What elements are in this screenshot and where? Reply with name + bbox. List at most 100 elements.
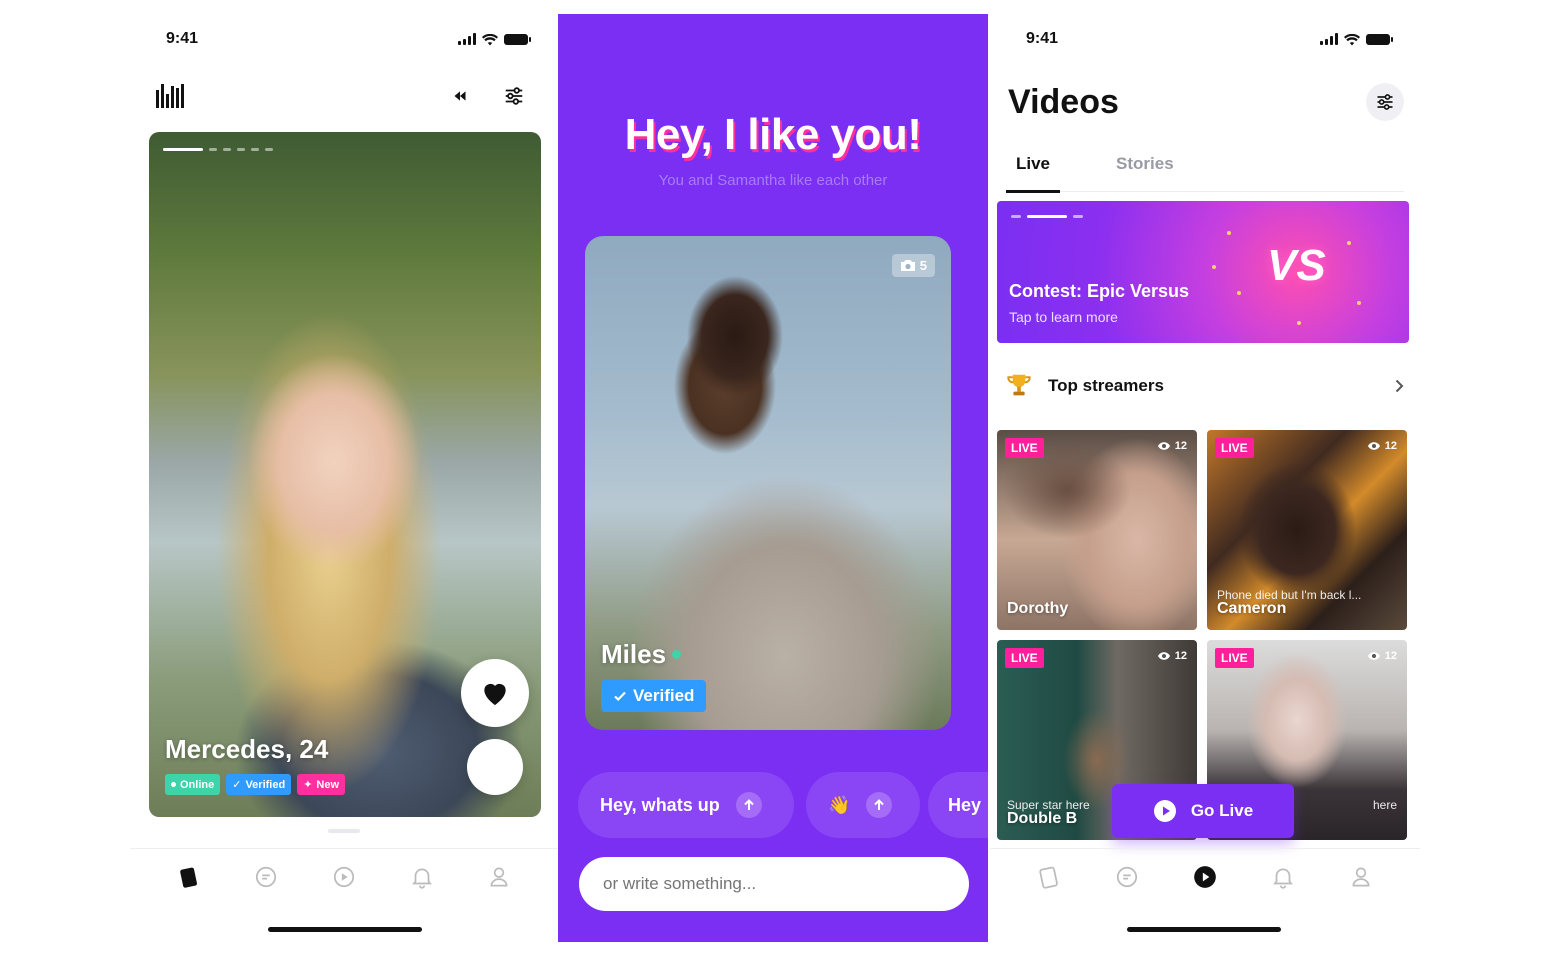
discover-header <box>156 78 532 114</box>
match-card[interactable]: 5 Miles Verified <box>585 236 951 730</box>
rewind-icon <box>454 91 466 101</box>
photo-progress <box>163 148 273 151</box>
tab-chat[interactable] <box>1107 857 1147 897</box>
profile-name: Mercedes, 24 <box>165 734 329 764</box>
tab-cards[interactable] <box>169 857 209 897</box>
discover-screen: 9:41 Mercedes, 24 Online ✓Verified ✦Ne <box>130 0 558 960</box>
battery-icon <box>1366 33 1393 45</box>
rewind-button[interactable] <box>442 78 478 114</box>
tab-notifications[interactable] <box>1263 857 1303 897</box>
live-badge: LIVE <box>1005 438 1044 458</box>
video-tabs: Live Stories <box>1006 150 1404 193</box>
camera-icon <box>900 260 915 271</box>
live-badge: LIVE <box>1215 648 1254 668</box>
send-arrow-icon <box>735 792 762 818</box>
cellular-signal-icon <box>1320 33 1338 45</box>
live-badge: LIVE <box>1215 438 1254 458</box>
eye-icon <box>1157 442 1170 450</box>
viewer-count: 12 <box>1157 650 1187 662</box>
tab-videos[interactable] <box>324 857 364 897</box>
stream-tile[interactable]: LIVE 12 Dorothy <box>997 430 1197 630</box>
stream-tile[interactable]: LIVE 12 Phone died but I'm back l... Cam… <box>1207 430 1407 630</box>
viewer-count: 12 <box>1367 650 1397 662</box>
check-icon <box>614 691 626 702</box>
banner-title: Contest: Epic Versus <box>1009 281 1190 301</box>
scroll-handle[interactable] <box>328 829 360 833</box>
home-indicator <box>1127 927 1281 932</box>
status-icons <box>458 33 531 46</box>
status-bar: 9:41 <box>1026 28 1393 50</box>
page-title: Videos <box>1008 82 1119 121</box>
like-button[interactable] <box>461 659 529 727</box>
tab-profile[interactable] <box>1341 857 1381 897</box>
play-circle-icon <box>1153 800 1176 822</box>
tab-videos[interactable] <box>1185 857 1225 897</box>
bell-icon <box>1273 868 1293 889</box>
live-badge: LIVE <box>1005 648 1044 668</box>
verified-badge: ✓ Verified <box>226 774 292 795</box>
vs-logo: VS <box>1267 241 1326 290</box>
quick-reply[interactable]: Hey, whats up <box>578 772 794 838</box>
online-badge: Online <box>165 774 221 795</box>
chevron-right-icon <box>1395 379 1404 393</box>
profile-icon <box>1352 866 1370 887</box>
banner-progress <box>1011 215 1083 218</box>
top-streamers-row[interactable]: Top streamers <box>1004 366 1408 406</box>
filter-button[interactable] <box>496 78 532 114</box>
match-subtitle: You and Samantha like each other <box>658 172 888 189</box>
streamer-name: Cameron <box>1217 600 1287 617</box>
bottom-tab-bar <box>990 848 1420 904</box>
profile-badges: Online ✓ Verified ✦ New <box>165 774 346 795</box>
tab-chat[interactable] <box>246 857 286 897</box>
quick-replies: Hey, whats up 👋 Hey <box>578 772 988 838</box>
streamer-name: Dorothy <box>1007 600 1069 617</box>
quick-reply[interactable]: 👋 <box>806 772 920 838</box>
eye-icon <box>1367 442 1380 450</box>
match-title: Hey, I like you! <box>624 110 922 159</box>
viewer-count: 12 <box>1157 440 1187 452</box>
home-indicator <box>268 927 422 932</box>
wifi-icon <box>1344 33 1360 46</box>
header-actions <box>442 78 532 114</box>
logo-mark-icon <box>156 84 184 108</box>
pass-button[interactable] <box>467 739 523 795</box>
go-live-button[interactable]: Go Live <box>1112 784 1294 838</box>
videos-header: Videos <box>1008 80 1404 124</box>
tab-stories[interactable]: Stories <box>1106 150 1184 192</box>
cards-icon <box>179 867 197 888</box>
filter-button[interactable] <box>1366 83 1404 121</box>
sliders-icon <box>1377 94 1393 110</box>
streamer-name: Double B <box>1007 810 1078 827</box>
photo-count: 5 <box>891 254 935 277</box>
eye-icon <box>1367 652 1380 660</box>
videos-screen: 9:41 Videos Live Stories VS Contest: Epi… <box>990 0 1420 960</box>
cellular-signal-icon <box>458 33 476 45</box>
tab-notifications[interactable] <box>402 857 442 897</box>
tab-profile[interactable] <box>479 857 519 897</box>
status-icons <box>1320 33 1393 46</box>
eye-icon <box>1157 652 1170 660</box>
message-input[interactable] <box>579 857 969 911</box>
match-name: Miles <box>601 639 682 670</box>
top-streamers-label: Top streamers <box>1048 376 1164 395</box>
play-icon <box>333 866 355 887</box>
match-screen: Hey, I like you! You and Samantha like e… <box>558 0 990 960</box>
status-bar: 9:41 <box>166 28 531 50</box>
tab-live[interactable]: Live <box>1006 150 1061 193</box>
online-indicator <box>672 650 682 659</box>
profile-icon <box>490 866 508 887</box>
status-time: 9:41 <box>1026 30 1059 47</box>
sliders-icon <box>505 87 523 105</box>
battery-icon <box>504 33 531 45</box>
play-icon <box>1194 865 1216 888</box>
status-time: 9:41 <box>166 30 199 47</box>
banner-subtitle: Tap to learn more <box>1009 309 1118 325</box>
trophy-icon <box>1007 374 1031 396</box>
profile-card[interactable]: Mercedes, 24 Online ✓ Verified ✦ New <box>149 132 541 817</box>
bell-icon <box>411 868 432 889</box>
cards-icon <box>1039 866 1058 889</box>
contest-banner[interactable]: VS Contest: Epic Versus Tap to learn mor… <box>997 201 1409 343</box>
tab-cards[interactable] <box>1029 857 1069 897</box>
quick-reply[interactable]: Hey <box>928 772 988 838</box>
verified-badge: Verified <box>601 680 707 712</box>
